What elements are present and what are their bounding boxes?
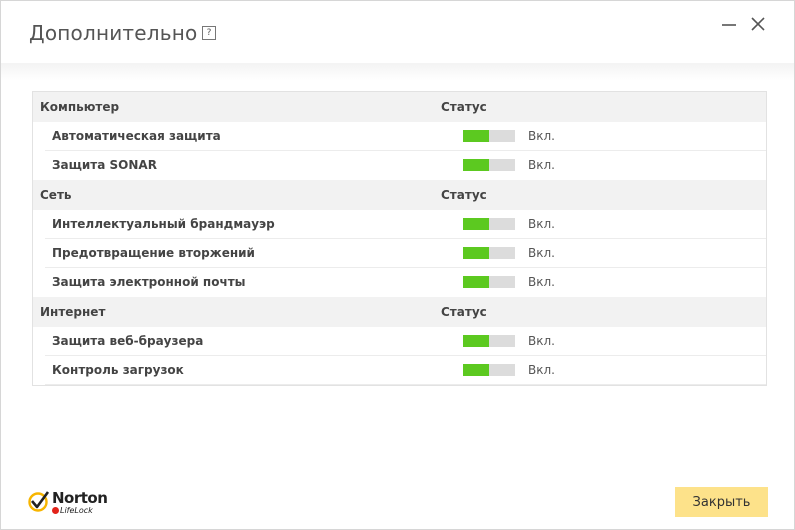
setting-toggle[interactable]	[463, 247, 515, 259]
setting-label[interactable]: Контроль загрузок	[52, 356, 184, 385]
toggle-fill	[463, 159, 489, 171]
minimize-icon	[722, 24, 736, 26]
toggle-fill	[463, 335, 489, 347]
setting-toggle[interactable]	[463, 335, 515, 347]
setting-toggle[interactable]	[463, 276, 515, 288]
setting-row: Защита веб-браузера Вкл.	[33, 327, 766, 356]
section-header: Интернет Статус	[33, 297, 766, 327]
logo-wordmark: Norton	[52, 489, 108, 507]
setting-label[interactable]: Защита электронной почты	[52, 268, 246, 297]
setting-status: Вкл.	[528, 246, 555, 260]
setting-status: Вкл.	[528, 217, 555, 231]
section-status-header: Статус	[441, 188, 487, 202]
section-header: Сеть Статус	[33, 180, 766, 210]
toggle-fill	[463, 276, 489, 288]
close-window-button[interactable]	[749, 15, 767, 33]
title-bar: Дополнительно ?	[1, 1, 794, 67]
title-divider	[1, 63, 794, 81]
setting-label[interactable]: Предотвращение вторжений	[52, 239, 255, 268]
lifelock-dot-icon	[52, 507, 59, 514]
settings-panel: Компьютер Статус Автоматическая защита Вкл.…	[32, 91, 767, 386]
minimize-button[interactable]	[720, 15, 738, 33]
help-button[interactable]: ?	[202, 26, 216, 40]
setting-label[interactable]: Защита SONAR	[52, 151, 157, 180]
setting-row: Интеллектуальный брандмауэр Вкл.	[33, 210, 766, 239]
setting-row: Предотвращение вторжений Вкл.	[33, 239, 766, 268]
setting-label[interactable]: Автоматическая защита	[52, 122, 221, 151]
toggle-fill	[463, 364, 489, 376]
section-name: Сеть	[40, 188, 72, 202]
setting-status: Вкл.	[528, 363, 555, 377]
setting-row: Контроль загрузок Вкл.	[33, 356, 766, 385]
close-icon	[751, 17, 765, 31]
section-status-header: Статус	[441, 305, 487, 319]
checkmark-badge-icon	[28, 491, 50, 512]
section-name: Интернет	[40, 305, 106, 319]
dialog-window: Дополнительно ? Компьютер Статус Автоматич…	[0, 0, 795, 530]
setting-label[interactable]: Защита веб-браузера	[52, 327, 203, 356]
setting-status: Вкл.	[528, 275, 555, 289]
setting-status: Вкл.	[528, 129, 555, 143]
close-button[interactable]: Закрыть	[675, 487, 768, 517]
section-name: Компьютер	[40, 100, 120, 114]
setting-row: Автоматическая защита Вкл.	[33, 122, 766, 151]
norton-logo: Norton LifeLock	[28, 489, 118, 519]
toggle-fill	[463, 130, 489, 142]
setting-toggle[interactable]	[463, 364, 515, 376]
row-divider	[45, 384, 766, 385]
setting-row: Защита SONAR Вкл.	[33, 151, 766, 180]
logo-subtext: LifeLock	[52, 506, 93, 515]
setting-toggle[interactable]	[463, 159, 515, 171]
setting-status: Вкл.	[528, 158, 555, 172]
section-status-header: Статус	[441, 100, 487, 114]
toggle-fill	[463, 247, 489, 259]
dialog-title: Дополнительно	[29, 21, 198, 45]
section-header: Компьютер Статус	[33, 92, 766, 122]
setting-label[interactable]: Интеллектуальный брандмауэр	[52, 210, 275, 239]
setting-status: Вкл.	[528, 334, 555, 348]
setting-row: Защита электронной почты Вкл.	[33, 268, 766, 297]
setting-toggle[interactable]	[463, 130, 515, 142]
toggle-fill	[463, 218, 489, 230]
setting-toggle[interactable]	[463, 218, 515, 230]
